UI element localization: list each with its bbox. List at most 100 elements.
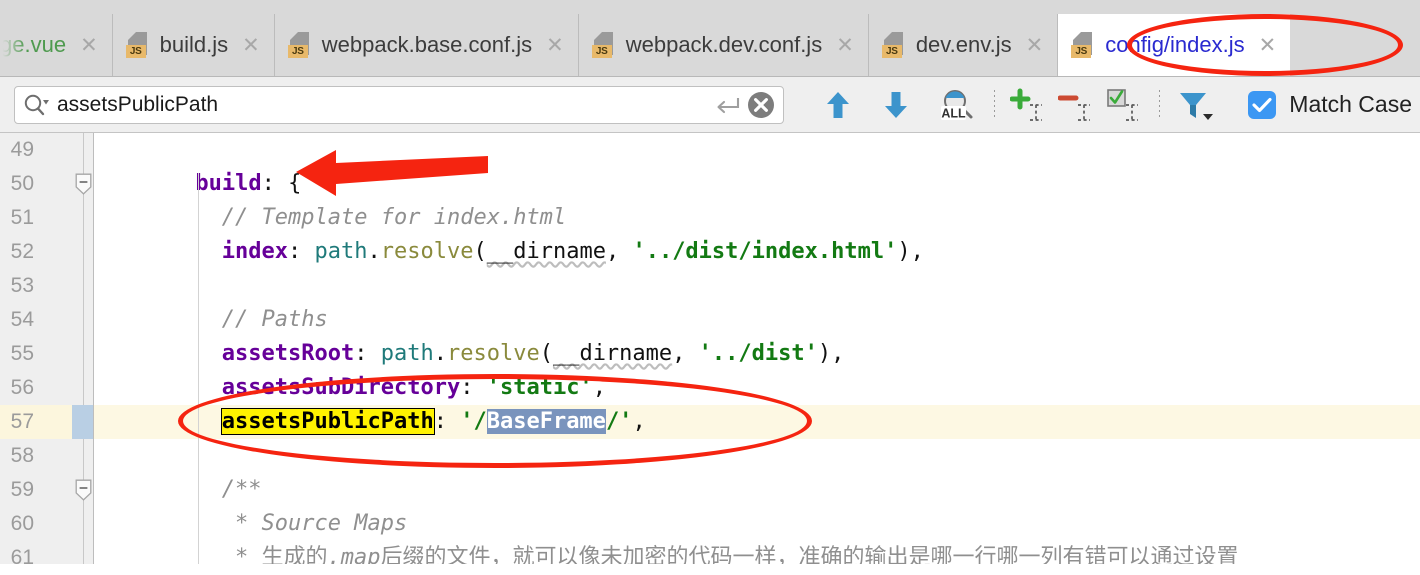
line-number: 57 <box>10 410 34 433</box>
code-token: BaseFrame <box>486 409 606 434</box>
select-all-occurrences-button[interactable] <box>1105 85 1145 125</box>
line-number: 55 <box>10 342 34 365</box>
code-area[interactable]: build: { // Template for index.html index:… <box>94 133 1420 564</box>
code-token: resolve <box>380 239 474 264</box>
code-token: '../dist/index.html' <box>632 239 898 264</box>
code-line[interactable]: assetsSubDirectory: 'static', <box>222 371 606 405</box>
line-number: 52 <box>10 240 34 263</box>
code-line[interactable]: build: { <box>195 167 301 201</box>
tab-close-icon[interactable]: ✕ <box>80 35 98 56</box>
svg-text:ALL: ALL <box>942 106 967 120</box>
code-token: // Template for index.html <box>221 205 567 230</box>
editor-tab-bar: ge.vue ✕ JS build.js ✕ JS webpack.base.c… <box>0 0 1420 77</box>
tab-label: build.js <box>159 32 229 57</box>
code-line[interactable]: * 生成的.map后缀的文件，就可以像未加密的代码一样，准确的输出是哪一行哪一列… <box>235 541 1239 564</box>
code-line[interactable]: // Template for index.html <box>222 201 566 235</box>
search-input[interactable] <box>57 92 712 117</box>
code-line[interactable]: index: path.resolve(__dirname, '../dist/… <box>222 235 924 269</box>
filter-button[interactable] <box>1174 85 1220 125</box>
code-token: index <box>221 239 289 264</box>
code-line[interactable]: assetsPublicPath: '/BaseFrame/', <box>220 405 646 439</box>
line-number: 51 <box>10 206 34 229</box>
code-token: 'static' <box>486 375 593 400</box>
line-number: 59 <box>10 478 34 501</box>
code-token: ( <box>539 341 553 366</box>
find-previous-button[interactable] <box>818 85 858 125</box>
red-arrow-build-key <box>296 150 488 196</box>
code-fold-toggle[interactable] <box>75 479 92 501</box>
tab-close-icon[interactable]: ✕ <box>546 35 564 56</box>
tab-label: webpack.dev.conf.js <box>625 32 823 57</box>
tab-label: webpack.base.conf.js <box>321 32 533 57</box>
code-fold-toggle[interactable] <box>75 173 92 195</box>
add-selection-button[interactable] <box>1009 85 1049 125</box>
code-token: path <box>314 239 368 264</box>
code-token: , <box>605 239 633 264</box>
tab-label: ge.vue <box>0 32 67 57</box>
checkbox-caret-icon <box>1107 88 1139 121</box>
code-line[interactable]: assetsRoot: path.resolve(__dirname, '../… <box>222 337 845 371</box>
js-file-icon: JS <box>125 31 151 59</box>
clear-search-button[interactable] <box>747 91 775 119</box>
line-number: 50 <box>10 172 34 195</box>
js-file-icon: JS <box>1071 31 1096 59</box>
code-token: . <box>433 341 447 366</box>
tab-close-icon[interactable]: ✕ <box>1259 35 1277 56</box>
code-token: : <box>433 409 461 434</box>
code-token: , <box>632 409 646 434</box>
code-token: .map <box>327 545 381 564</box>
code-token: '../dist' <box>698 341 818 366</box>
code-line[interactable]: /** <box>222 473 262 507</box>
code-token: build <box>195 171 262 196</box>
code-token: : <box>460 375 487 400</box>
search-icon[interactable] <box>23 93 49 117</box>
toolbar-divider <box>994 89 996 120</box>
search-field-container[interactable] <box>14 85 785 124</box>
code-token: : <box>354 341 381 366</box>
code-token: // Paths <box>221 307 328 332</box>
code-token: /** <box>221 477 262 502</box>
code-token: __dirname <box>552 341 673 366</box>
toolbar-divider-2 <box>1159 89 1161 120</box>
match-case-option[interactable]: Match Case <box>1248 90 1412 119</box>
line-number: 54 <box>10 308 34 331</box>
checkmark-icon <box>1252 97 1272 112</box>
line-number: 60 <box>10 512 34 535</box>
arrow-up-icon <box>827 91 850 118</box>
code-token: ), <box>897 239 924 264</box>
code-line[interactable]: * Source Maps <box>235 507 407 541</box>
tab-webpack-base-conf-js[interactable]: JS webpack.base.conf.js ✕ <box>274 14 579 76</box>
tab-build-js[interactable]: JS build.js ✕ <box>112 14 275 76</box>
tab-config-index-js[interactable]: JS config/index.js ✕ <box>1058 14 1292 76</box>
tab-label: config/index.js <box>1105 32 1245 57</box>
code-token: * <box>235 545 262 564</box>
code-token: '/ <box>460 409 487 434</box>
tab-webpack-dev-conf-js[interactable]: JS webpack.dev.conf.js ✕ <box>578 14 869 76</box>
tab-close-icon[interactable]: ✕ <box>1026 35 1044 56</box>
remove-selection-button[interactable] <box>1057 85 1097 125</box>
find-next-button[interactable] <box>876 85 916 125</box>
code-token: : <box>288 239 315 264</box>
code-line[interactable]: // Paths <box>222 303 328 337</box>
code-token: 后缀的文件，就可以像未加密的代码一样，准确的输出是哪一行哪一列有错可以通过设置 <box>380 545 1239 564</box>
tab-ge-vue[interactable]: ge.vue ✕ <box>0 14 113 76</box>
tab-close-icon[interactable]: ✕ <box>836 35 854 56</box>
editor-gutter[interactable]: 49 50 51 52 53 54 55 56 57 58 59 60 61 <box>0 133 94 569</box>
code-token: assetsPublicPath <box>220 408 435 435</box>
tab-close-icon[interactable]: ✕ <box>242 35 260 56</box>
code-token: 生成的 <box>261 545 328 564</box>
match-case-checkbox[interactable] <box>1248 90 1277 119</box>
tab-dev-env-js[interactable]: JS dev.env.js ✕ <box>868 14 1059 76</box>
plus-caret-icon <box>1010 88 1043 121</box>
find-all-button[interactable]: ALL <box>934 85 980 125</box>
code-token: assetsRoot <box>221 341 355 366</box>
match-case-label: Match Case <box>1289 91 1412 117</box>
code-token: ), <box>817 341 845 366</box>
code-token: . <box>367 239 381 264</box>
line-number: 58 <box>10 444 34 467</box>
enter-return-icon[interactable] <box>711 94 741 116</box>
line-number: 49 <box>10 138 34 161</box>
code-token: /' <box>605 409 633 434</box>
code-editor[interactable]: 49 50 51 52 53 54 55 56 57 58 59 60 61 build: {// Te… <box>0 133 1420 569</box>
js-file-icon: JS <box>881 31 907 59</box>
